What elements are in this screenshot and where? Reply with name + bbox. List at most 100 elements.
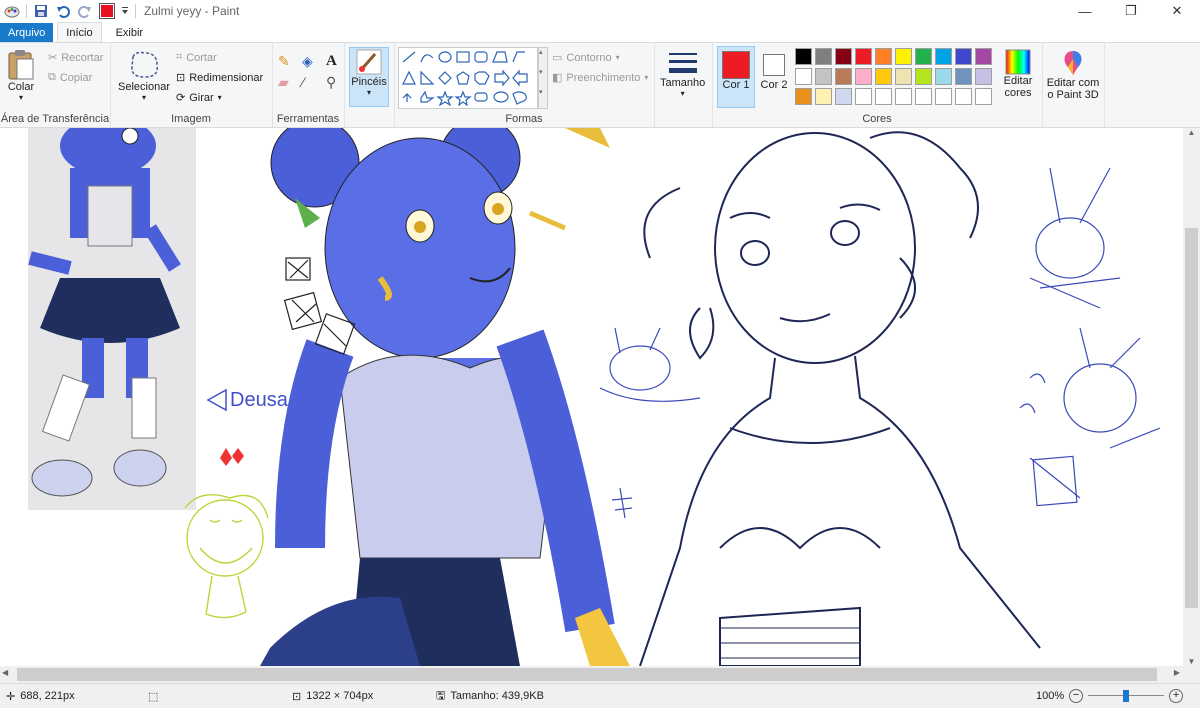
tab-inicio[interactable]: Início <box>57 22 102 42</box>
edit-colors-button[interactable]: Editar cores <box>998 49 1038 99</box>
chevron-down-icon: ▾ <box>18 93 23 102</box>
color-swatch[interactable] <box>855 48 872 65</box>
clipboard-group: Colar ▾ ✂ Recortar ⧉ Copiar Área de Tran… <box>0 43 111 127</box>
canvas[interactable]: Deusa <box>0 128 1183 666</box>
color-swatch[interactable] <box>935 68 952 85</box>
color-swatch[interactable] <box>975 48 992 65</box>
outline-label: Contorno <box>566 51 612 64</box>
divider <box>26 4 27 18</box>
edit-paint3d-button[interactable]: Editar com o Paint 3D <box>1044 49 1102 101</box>
minimize-button[interactable]: — <box>1062 0 1108 22</box>
outline-button[interactable]: ▭ Contorno ▾ <box>552 51 620 65</box>
color-swatch[interactable] <box>875 88 892 105</box>
color-swatch[interactable] <box>955 48 972 65</box>
color-swatch[interactable] <box>835 88 852 105</box>
undo-icon[interactable] <box>55 3 71 19</box>
color-swatch[interactable] <box>795 48 812 65</box>
clipboard-group-label: Área de Transferência <box>0 113 110 125</box>
select-button[interactable]: Selecionar ▾ <box>118 49 170 102</box>
color-swatch[interactable] <box>915 68 932 85</box>
close-button[interactable]: ✕ <box>1154 0 1200 22</box>
color-swatch[interactable] <box>915 88 932 105</box>
scroll-down-icon[interactable]: ▼ <box>1183 657 1200 666</box>
text-tool-icon[interactable]: A <box>326 53 346 70</box>
fill-label: Preenchimento <box>566 71 641 84</box>
magnifier-icon[interactable]: ⚲ <box>326 74 346 91</box>
line-width-icon <box>668 53 697 73</box>
brushes-button[interactable]: Pincéis ▾ <box>349 47 389 107</box>
color-swatch[interactable] <box>935 48 952 65</box>
color-swatch[interactable] <box>875 48 892 65</box>
color-swatch[interactable] <box>795 88 812 105</box>
color1-swatch <box>722 51 750 79</box>
color-swatch[interactable] <box>835 48 852 65</box>
resize-label: Redimensionar <box>189 71 264 84</box>
paste-button[interactable]: Colar ▾ <box>6 49 36 102</box>
scroll-up-icon[interactable]: ▲ <box>1183 128 1200 137</box>
scroll-left-icon[interactable]: ◀ <box>2 668 8 677</box>
color-swatch[interactable] <box>895 68 912 85</box>
zoom-slider[interactable] <box>1088 690 1165 702</box>
small-doodles <box>599 167 1161 519</box>
resize-icon: ⊡ <box>176 72 186 84</box>
artwork: Deusa <box>28 128 1161 666</box>
save-icon[interactable] <box>33 3 49 19</box>
vertical-scrollbar[interactable]: ▲ ▼ <box>1183 128 1200 666</box>
chevron-down-icon: ▾ <box>217 93 222 102</box>
color-swatch[interactable] <box>855 88 872 105</box>
pencil-icon[interactable]: ✎ <box>278 53 298 70</box>
fill-bucket-icon[interactable]: ◈ <box>302 53 322 70</box>
zoom-out-button[interactable]: − <box>1069 689 1084 703</box>
image-size-icon: ⊡ <box>292 690 302 703</box>
color-swatch[interactable] <box>835 68 852 85</box>
current-color-icon[interactable] <box>99 3 115 19</box>
copy-button[interactable]: ⧉ Copiar <box>48 71 92 84</box>
tab-exibir[interactable]: Exibir <box>108 23 152 42</box>
select-label: Selecionar <box>118 81 170 93</box>
eraser-icon[interactable]: ▰ <box>278 74 298 91</box>
color-swatch[interactable] <box>895 88 912 105</box>
color-swatch[interactable] <box>935 88 952 105</box>
horizontal-scrollbar[interactable]: ◀ ▶ <box>0 666 1183 683</box>
redo-icon[interactable] <box>77 3 93 19</box>
color-swatch[interactable] <box>815 48 832 65</box>
color-swatch[interactable] <box>855 68 872 85</box>
scrollbar-thumb[interactable] <box>17 668 1157 681</box>
color-picker-icon[interactable]: ⁄ <box>302 74 322 91</box>
tools-group: ✎ ◈ A ▰ ⁄ ⚲ Ferramentas <box>272 43 345 127</box>
color-swatch[interactable] <box>955 68 972 85</box>
resize-button[interactable]: ⊡ Redimensionar <box>176 71 264 85</box>
rotate-button[interactable]: ⟳ Girar ▾ <box>176 91 222 105</box>
color-swatch[interactable] <box>815 88 832 105</box>
selection-icon: ⬚ <box>148 690 159 703</box>
divider <box>135 4 136 18</box>
cut-button[interactable]: ✂ Recortar <box>48 51 103 65</box>
brushes-group: Pincéis ▾ <box>344 43 395 127</box>
color2-button[interactable]: Cor 2 <box>758 46 790 106</box>
color-swatch[interactable] <box>975 88 992 105</box>
color-swatch[interactable] <box>975 68 992 85</box>
paste-label: Colar <box>7 81 35 93</box>
color1-button[interactable]: Cor 1 <box>717 46 755 108</box>
fill-button[interactable]: ◧ Preenchimento ▾ <box>552 71 648 85</box>
zoom-slider-thumb[interactable] <box>1123 690 1130 702</box>
scroll-right-icon[interactable]: ▶ <box>1174 668 1180 677</box>
color-swatch[interactable] <box>895 48 912 65</box>
color-swatch[interactable] <box>915 48 932 65</box>
paint-app-icon[interactable] <box>4 3 20 19</box>
scrollbar-thumb[interactable] <box>1185 228 1198 608</box>
color-swatch[interactable] <box>815 68 832 85</box>
crop-button[interactable]: ⌗ Cortar <box>176 51 217 64</box>
tab-arquivo[interactable]: Arquivo <box>0 23 54 42</box>
color-swatch[interactable] <box>795 68 812 85</box>
restore-button[interactable]: ❐ <box>1108 0 1154 22</box>
size-button[interactable]: Tamanho ▾ <box>660 49 705 98</box>
customize-dropdown-icon[interactable] <box>121 3 129 19</box>
zoom-in-button[interactable]: + <box>1169 689 1184 703</box>
handwritten-note: Deusa <box>206 388 289 412</box>
color-swatch[interactable] <box>875 68 892 85</box>
color-swatch[interactable] <box>955 88 972 105</box>
shapes-scroll[interactable]: ▴ ▾ ▾ <box>538 47 548 109</box>
brush-icon <box>356 49 382 75</box>
shapes-gallery[interactable] <box>398 47 538 109</box>
